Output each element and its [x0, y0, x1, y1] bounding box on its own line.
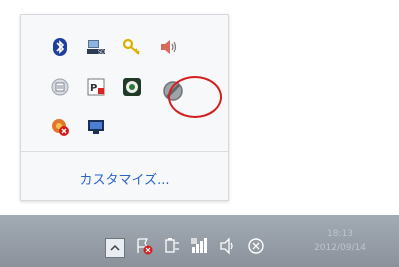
- key-icon[interactable]: [122, 37, 142, 57]
- volume-speaker-icon[interactable]: [158, 37, 178, 57]
- power-battery-icon[interactable]: [162, 236, 182, 256]
- close-circle-icon[interactable]: [246, 236, 266, 256]
- customize-label[interactable]: カスタマイズ...: [79, 173, 169, 188]
- media-icon[interactable]: [122, 77, 142, 97]
- taskbar: 18:13 2012/09/14: [0, 215, 399, 267]
- app-error-icon[interactable]: [50, 117, 70, 137]
- show-hidden-icons-button[interactable]: [105, 238, 125, 258]
- pdf-tool-icon[interactable]: P: [86, 77, 106, 97]
- tray-overflow-popup: SD P カスタマイズ...: [20, 14, 229, 201]
- customize-link[interactable]: カスタマイズ...: [21, 169, 228, 188]
- clock-time: 18:13: [327, 229, 353, 239]
- volume-icon[interactable]: [218, 236, 238, 256]
- document-tool-icon[interactable]: [50, 77, 70, 97]
- clock[interactable]: 18:13 2012/09/14: [300, 227, 380, 255]
- action-center-flag-icon[interactable]: [134, 236, 154, 256]
- svg-text:P: P: [90, 83, 97, 94]
- bluetooth-icon[interactable]: [50, 37, 70, 57]
- svg-text:SD: SD: [98, 50, 105, 56]
- network-drive-icon[interactable]: SD: [86, 37, 106, 57]
- clock-date: 2012/09/14: [314, 243, 366, 253]
- network-signal-icon[interactable]: [190, 236, 210, 256]
- divider: [21, 151, 228, 152]
- highlight-circle: [168, 76, 222, 118]
- display-monitor-icon[interactable]: [86, 117, 106, 137]
